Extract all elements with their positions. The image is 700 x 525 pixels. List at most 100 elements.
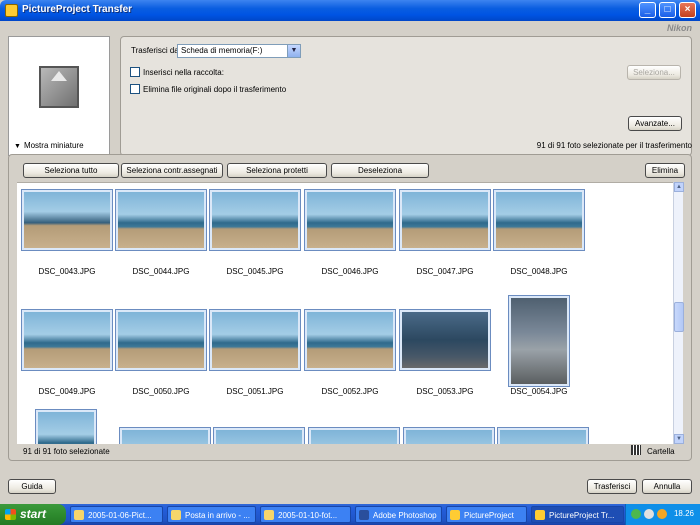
transfer-options-panel: Nikon Trasferisci da: Scheda di memoria(… <box>0 21 700 156</box>
taskbar-task[interactable]: PictureProject Tr... <box>531 506 624 523</box>
task-app-icon <box>74 510 84 520</box>
help-button[interactable]: Guida <box>8 479 56 494</box>
thumbnail-image <box>406 430 492 444</box>
options-box: Trasferisci da: Scheda di memoria(F:) ▼ … <box>120 36 692 156</box>
delete-button[interactable]: Elimina <box>645 163 685 178</box>
taskbar-task[interactable]: 2005-01-10-fot... <box>260 506 351 523</box>
transfer-button[interactable]: Trasferisci <box>587 479 637 494</box>
advanced-button[interactable]: Avanzate... <box>628 116 682 131</box>
delete-originals-checkbox[interactable] <box>130 84 140 94</box>
thumbnail-image <box>307 312 393 368</box>
thumbnail-filename: DSC_0052.JPG <box>321 387 379 396</box>
thumbnail-frame[interactable] <box>115 309 207 371</box>
source-select-value: Scheda di memoria(F:) <box>181 46 263 55</box>
select-all-button[interactable]: Seleziona tutto <box>23 163 119 178</box>
thumbnail-frame[interactable] <box>35 409 97 444</box>
thumbnail-image <box>122 430 208 444</box>
thumbnail-filename: DSC_0048.JPG <box>510 267 568 276</box>
tray-volume-icon[interactable] <box>644 509 654 519</box>
thumbnail-image <box>500 430 586 444</box>
minimize-button[interactable]: _ <box>639 2 656 18</box>
thumbnail-image <box>212 192 298 248</box>
thumbnail-image <box>402 192 488 248</box>
thumbnails-panel: Seleziona tutto Seleziona contr.assegnat… <box>8 154 692 461</box>
tray-network-icon[interactable] <box>657 509 667 519</box>
task-label: Posta in arrivo - ... <box>185 511 250 520</box>
scroll-up-icon[interactable]: ▲ <box>674 182 684 192</box>
bottom-bar: Guida Trasferisci Annulla <box>0 475 700 503</box>
thumbnail-filename: DSC_0043.JPG <box>38 267 96 276</box>
device-preview <box>8 36 110 156</box>
vertical-scrollbar[interactable]: ▲ ▼ <box>673 182 684 444</box>
start-button[interactable]: start <box>0 504 66 525</box>
show-thumbnails-label: Mostra miniature <box>23 141 84 150</box>
taskbar-task[interactable]: PictureProject <box>446 506 527 523</box>
thumbnail-frame[interactable] <box>209 189 301 251</box>
status-count: 91 di 91 foto selezionate <box>23 447 110 456</box>
thumbnail-frame[interactable] <box>304 309 396 371</box>
add-to-collection-checkbox[interactable] <box>130 67 140 77</box>
thumbnail-filename: DSC_0050.JPG <box>132 387 190 396</box>
close-button[interactable]: × <box>679 2 696 18</box>
thumbnail-image <box>38 412 94 444</box>
thumbnail-frame[interactable] <box>304 189 396 251</box>
scroll-down-icon[interactable]: ▼ <box>674 434 684 444</box>
thumbnail-filename: DSC_0046.JPG <box>321 267 379 276</box>
thumbnail-image <box>118 192 204 248</box>
select-protected-button[interactable]: Seleziona protetti <box>227 163 327 178</box>
taskbar: start 2005-01-06-Pict... Posta in arrivo … <box>0 504 700 525</box>
clock: 18.26 <box>673 509 694 518</box>
folder-sort-label[interactable]: Cartella <box>647 447 675 456</box>
thumbnail-frame[interactable] <box>21 309 113 371</box>
thumbnail-image <box>24 312 110 368</box>
thumbnail-frame[interactable] <box>209 309 301 371</box>
grid-view-icon[interactable] <box>631 445 641 455</box>
scroll-thumb[interactable] <box>674 302 684 332</box>
thumbnail-frame[interactable] <box>308 427 400 444</box>
thumbnail-frame[interactable] <box>493 189 585 251</box>
source-label: Trasferisci da: <box>131 46 181 55</box>
task-app-icon <box>264 510 274 520</box>
deselect-button[interactable]: Deseleziona <box>331 163 429 178</box>
collapse-triangle-icon: ▼ <box>14 143 21 150</box>
start-label: start <box>20 507 47 521</box>
filter-bar: Seleziona tutto Seleziona contr.assegnat… <box>9 155 691 183</box>
thumbnail-frame[interactable] <box>213 427 305 444</box>
tray-app-icon[interactable] <box>631 509 641 519</box>
thumbnail-image <box>402 312 488 368</box>
show-thumbnails-toggle[interactable]: ▼ Mostra miniature <box>14 141 84 150</box>
windows-logo-icon <box>5 509 16 520</box>
cancel-button[interactable]: Annulla <box>642 479 692 494</box>
thumbnail-frame[interactable] <box>115 189 207 251</box>
taskbar-task[interactable]: 2005-01-06-Pict... <box>70 506 163 523</box>
maximize-button[interactable]: □ <box>659 2 676 18</box>
thumbnail-frame[interactable] <box>403 427 495 444</box>
thumbnail-grid[interactable]: DSC_0043.JPG DSC_0044.JPG DSC_0045.JPG DSC_… <box>17 182 683 444</box>
brand-logo: Nikon <box>666 23 692 33</box>
taskbar-task[interactable]: Adobe Photoshop <box>355 506 442 523</box>
taskbar-task[interactable]: Posta in arrivo - ... <box>167 506 256 523</box>
thumbnail-image <box>307 192 393 248</box>
thumbnail-frame[interactable] <box>497 427 589 444</box>
thumbnail-image <box>496 192 582 248</box>
thumbnail-image <box>118 312 204 368</box>
select-unassigned-button[interactable]: Seleziona contr.assegnati <box>121 163 223 178</box>
thumbnail-frame[interactable] <box>119 427 211 444</box>
delete-originals-label: Elimina file originali dopo il trasferim… <box>143 85 287 94</box>
thumbnail-frame[interactable] <box>399 189 491 251</box>
window-title: PictureProject Transfer <box>22 4 133 15</box>
thumbnail-image <box>24 192 110 248</box>
task-app-icon <box>171 510 181 520</box>
chevron-down-icon[interactable]: ▼ <box>287 45 300 57</box>
thumbnail-frame[interactable] <box>21 189 113 251</box>
source-select[interactable]: Scheda di memoria(F:) ▼ <box>177 44 301 58</box>
select-collection-button[interactable]: Seleziona... <box>627 65 681 80</box>
thumbnail-filename: DSC_0045.JPG <box>226 267 284 276</box>
task-label: PictureProject Tr... <box>549 511 615 520</box>
thumbnail-frame[interactable] <box>399 309 491 371</box>
task-app-icon <box>450 510 460 520</box>
task-label: Adobe Photoshop <box>373 511 437 520</box>
thumbnail-filename: DSC_0049.JPG <box>38 387 96 396</box>
thumbnail-filename: DSC_0047.JPG <box>416 267 474 276</box>
thumbnail-frame[interactable] <box>508 295 570 387</box>
